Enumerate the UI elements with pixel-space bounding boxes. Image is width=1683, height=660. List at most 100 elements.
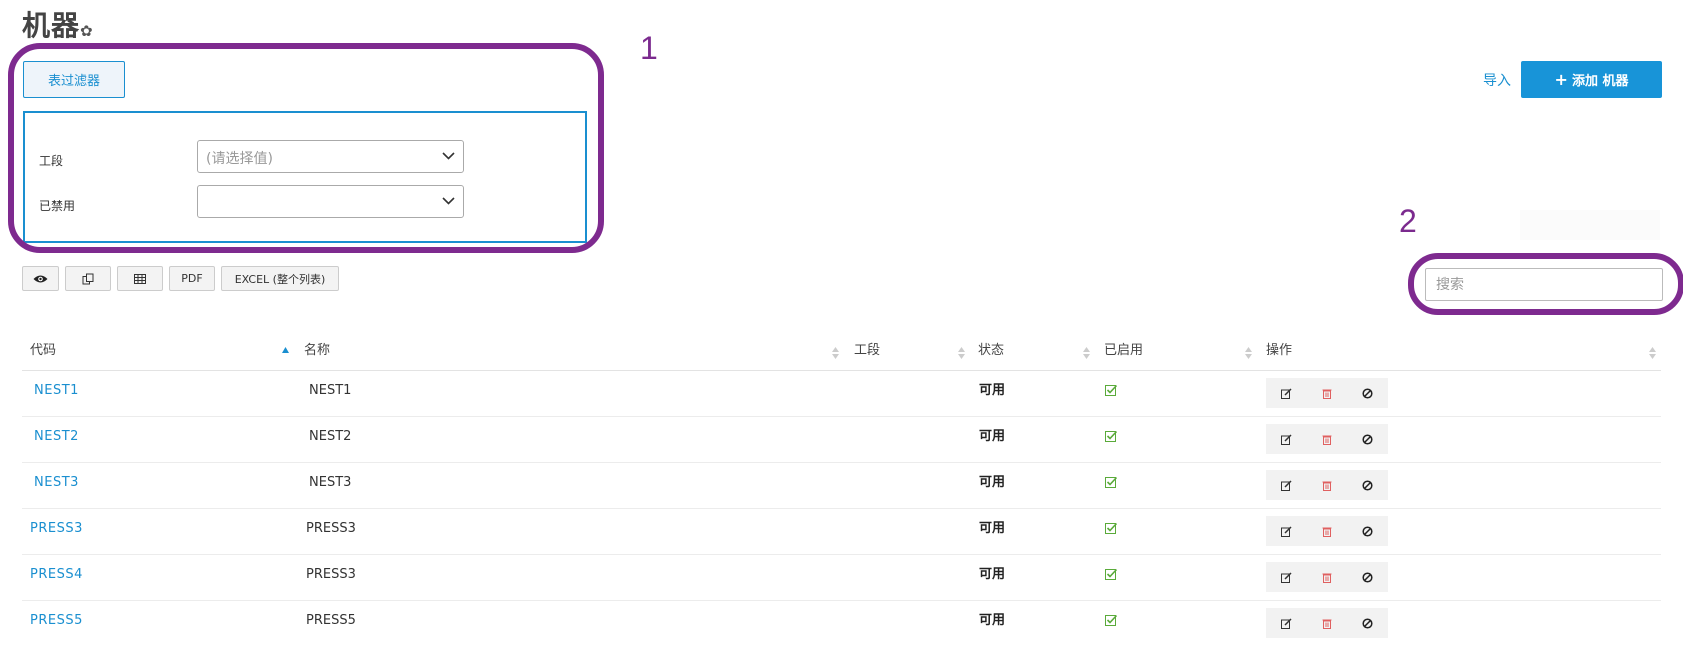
page-title-text: 机器	[22, 9, 81, 42]
column-visibility-button[interactable]	[22, 266, 59, 291]
edit-button[interactable]	[1272, 473, 1300, 497]
edit-button[interactable]	[1272, 519, 1300, 543]
disable-button[interactable]	[1354, 611, 1382, 635]
add-machine-button[interactable]: + 添加 机器	[1521, 61, 1662, 98]
checked-checkbox-icon	[1105, 522, 1117, 534]
plus-icon: +	[1554, 70, 1568, 89]
sort-icon[interactable]	[1245, 346, 1252, 360]
export-toolbar: PDF EXCEL (整个列表)	[22, 266, 339, 291]
disable-button[interactable]	[1354, 427, 1382, 451]
ban-icon	[1362, 571, 1373, 583]
status-cell: 可用	[979, 567, 1006, 582]
column-header-segment[interactable]: 工段	[854, 338, 880, 371]
delete-button[interactable]	[1313, 473, 1341, 497]
name-cell: NEST3	[309, 475, 352, 490]
ban-icon	[1362, 617, 1373, 629]
code-link[interactable]: PRESS3	[30, 509, 83, 555]
sort-icon[interactable]	[1083, 346, 1090, 360]
csv-button[interactable]	[117, 266, 163, 291]
status-cell: 可用	[979, 475, 1006, 490]
disable-button[interactable]	[1354, 519, 1382, 543]
checked-checkbox-icon	[1105, 384, 1117, 396]
search-input[interactable]	[1425, 268, 1663, 301]
column-header-enabled[interactable]: 已启用	[1104, 338, 1143, 371]
checked-checkbox-icon	[1105, 614, 1117, 626]
sort-icon[interactable]	[1649, 346, 1656, 360]
delete-button[interactable]	[1313, 427, 1341, 451]
edit-icon	[1280, 525, 1292, 537]
disable-button[interactable]	[1354, 565, 1382, 589]
column-header-name[interactable]: 名称	[304, 338, 330, 371]
table-filter-button[interactable]: 表过滤器	[23, 61, 125, 98]
code-link[interactable]: NEST3	[34, 463, 79, 509]
page-title: 机器✿	[22, 4, 94, 44]
disable-button[interactable]	[1354, 381, 1382, 405]
annotation-number-1: 1	[640, 30, 658, 66]
filter-panel: 工段 (请选择值) 已禁用	[23, 111, 587, 243]
edit-button[interactable]	[1272, 565, 1300, 589]
delete-button[interactable]	[1313, 519, 1341, 543]
ban-icon	[1362, 525, 1373, 537]
excel-button[interactable]: EXCEL (整个列表)	[221, 266, 339, 291]
edit-icon	[1280, 571, 1292, 583]
delete-button[interactable]	[1313, 381, 1341, 405]
sort-ascending-icon[interactable]	[282, 346, 289, 360]
delete-icon	[1322, 389, 1332, 399]
add-machine-label: 添加 机器	[1571, 74, 1629, 89]
status-cell: 可用	[979, 521, 1006, 536]
table-header: 代码 名称 工段 状态 已启用 操作	[22, 338, 1661, 371]
checked-checkbox-icon	[1105, 476, 1117, 488]
edit-button[interactable]	[1272, 381, 1300, 405]
code-link[interactable]: PRESS4	[30, 555, 83, 601]
copy-button[interactable]	[65, 266, 111, 291]
ban-icon	[1362, 387, 1373, 399]
table-icon	[134, 273, 146, 284]
edit-icon	[1280, 479, 1292, 491]
delete-button[interactable]	[1313, 611, 1341, 635]
code-link[interactable]: PRESS5	[30, 601, 83, 647]
disabled-filter-select[interactable]	[197, 185, 464, 218]
table-row: NEST3 NEST3 可用	[22, 463, 1661, 509]
row-actions	[1266, 378, 1388, 408]
chevron-down-icon	[442, 152, 455, 160]
pdf-button[interactable]: PDF	[169, 266, 215, 291]
edit-button[interactable]	[1272, 427, 1300, 451]
row-actions	[1266, 424, 1388, 454]
table-row: NEST2 NEST2 可用	[22, 417, 1661, 463]
segment-filter-select[interactable]: (请选择值)	[197, 140, 464, 173]
status-cell: 可用	[979, 429, 1006, 444]
column-header-code[interactable]: 代码	[30, 338, 56, 371]
status-cell: 可用	[979, 383, 1006, 398]
name-cell: NEST1	[309, 383, 352, 398]
edit-icon	[1280, 617, 1292, 629]
copy-icon	[82, 273, 94, 284]
machines-table: 代码 名称 工段 状态 已启用 操作 NEST1 NEST1 可用 NEST2 …	[22, 338, 1661, 647]
code-link[interactable]: NEST2	[34, 417, 79, 463]
column-header-actions: 操作	[1266, 343, 1293, 358]
import-link[interactable]: 导入	[1483, 70, 1511, 90]
delete-button[interactable]	[1313, 565, 1341, 589]
sort-icon[interactable]	[958, 346, 965, 360]
name-cell: PRESS5	[306, 613, 356, 628]
delete-icon	[1322, 619, 1332, 629]
sort-icon[interactable]	[832, 346, 839, 360]
edit-icon	[1280, 387, 1292, 399]
column-header-status[interactable]: 状态	[978, 338, 1004, 371]
row-actions	[1266, 470, 1388, 500]
checked-checkbox-icon	[1105, 430, 1117, 442]
row-actions	[1266, 516, 1388, 546]
delete-icon	[1322, 573, 1332, 583]
table-row: PRESS4 PRESS3 可用	[22, 555, 1661, 601]
table-row: NEST1 NEST1 可用	[22, 371, 1661, 417]
disable-button[interactable]	[1354, 473, 1382, 497]
edit-button[interactable]	[1272, 611, 1300, 635]
code-link[interactable]: NEST1	[34, 371, 79, 417]
segment-filter-value: (请选择值)	[206, 151, 273, 167]
chevron-down-icon	[442, 197, 455, 205]
name-cell: NEST2	[309, 429, 352, 444]
row-actions	[1266, 562, 1388, 592]
checked-checkbox-icon	[1105, 568, 1117, 580]
ban-icon	[1362, 479, 1373, 491]
gear-icon[interactable]: ✿	[80, 22, 94, 40]
table-row: PRESS5 PRESS5 可用	[22, 601, 1661, 647]
